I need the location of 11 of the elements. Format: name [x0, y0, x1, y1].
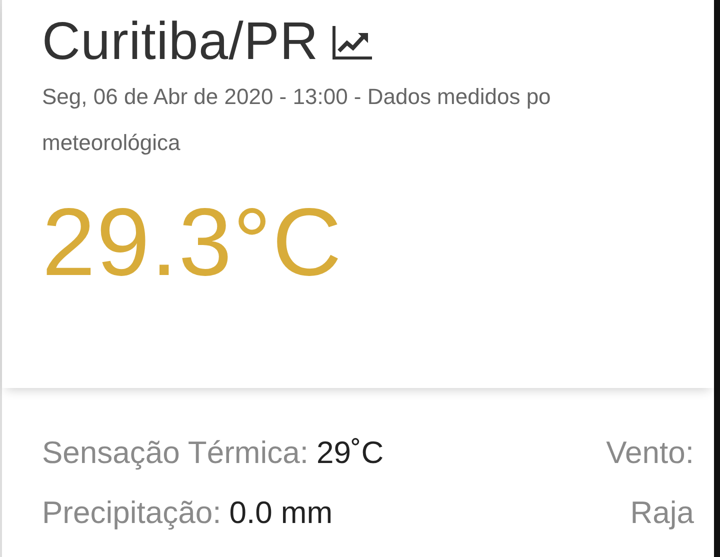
stat-value: 29˚C [316, 434, 384, 472]
stat-label: Raja [630, 494, 694, 532]
stat-value: 0.0 mm [229, 494, 333, 532]
city-title: Curitiba/PR [42, 11, 318, 73]
stat-label: Precipitação: [42, 494, 222, 532]
stat-label: Sensação Térmica: [42, 434, 308, 472]
station-info: meteorológica [42, 129, 182, 157]
temperature: 29.3°C [42, 188, 344, 298]
stat-label: Vento: [606, 434, 694, 472]
chart-icon[interactable] [332, 24, 374, 60]
station-info: Seg, 06 de Abr de 2020 - 13:00 - Dados medidos po [42, 83, 552, 111]
